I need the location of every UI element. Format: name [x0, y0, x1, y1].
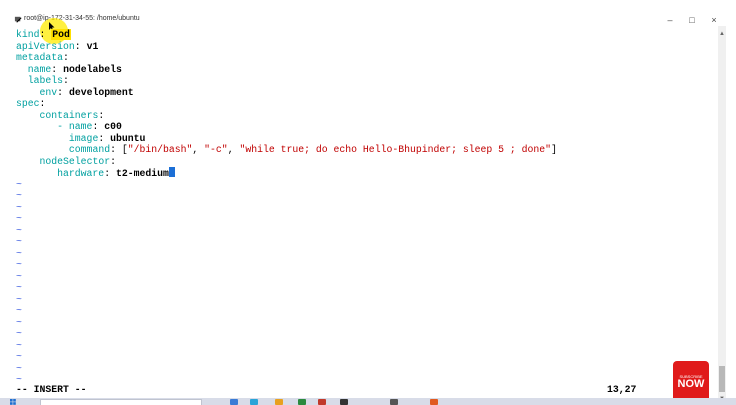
empty-line-tilde: ~ — [16, 362, 22, 374]
windows-start-icon[interactable] — [10, 399, 16, 405]
yaml-line: command: ["/bin/bash", "-c", "while true… — [68, 144, 557, 155]
minimize-button[interactable]: – — [663, 14, 677, 26]
empty-line-tilde: ~ — [16, 224, 22, 236]
vim-mode-indicator: -- INSERT -- — [16, 384, 87, 395]
empty-line-tilde: ~ — [16, 282, 22, 293]
empty-line-tilde: ~ — [16, 270, 22, 282]
taskbar-app-icon[interactable] — [230, 399, 238, 405]
yaml-line: containers: — [39, 109, 105, 121]
empty-line-tilde: ~ — [16, 259, 22, 270]
taskbar-app-icon[interactable] — [430, 399, 438, 405]
empty-line-tilde: ~ — [16, 316, 22, 328]
scroll-up-arrow-icon[interactable]: ▲ — [718, 30, 726, 38]
title-bar: root@ip-172-31-34-55: /home/ubuntu – □ × — [0, 0, 736, 26]
yaml-line: nodeSelector: — [39, 155, 116, 167]
taskbar-app-icon[interactable] — [250, 399, 258, 405]
empty-line-tilde: ~ — [16, 236, 22, 247]
yaml-line: env: development — [39, 86, 134, 98]
yaml-line: spec: — [16, 98, 46, 109]
yaml-line: image: ubuntu — [68, 132, 146, 144]
selected-text: Pod — [51, 29, 71, 40]
windows-taskbar — [0, 398, 736, 405]
scrollbar-thumb[interactable] — [719, 366, 725, 392]
yaml-line: kind: Pod — [16, 29, 71, 40]
taskbar-app-icon[interactable] — [275, 399, 283, 405]
taskbar-app-icon[interactable] — [298, 399, 306, 405]
empty-line-tilde: ~ — [16, 190, 22, 201]
taskbar-app-icon[interactable] — [318, 399, 326, 405]
cursor-position: 13,27 — [607, 384, 637, 395]
putty-app-icon — [14, 16, 22, 23]
yaml-line: apiVersion: v1 — [16, 40, 99, 52]
vertical-scrollbar[interactable] — [718, 26, 726, 405]
empty-line-tilde: ~ — [16, 213, 22, 224]
empty-line-tilde: ~ — [16, 201, 22, 213]
empty-line-tilde: ~ — [16, 247, 22, 259]
empty-line-tilde: ~ — [16, 328, 22, 339]
taskbar-app-icon[interactable] — [340, 399, 348, 405]
close-button[interactable]: × — [707, 14, 721, 26]
yaml-line: labels: — [27, 75, 69, 86]
yaml-line: hardware: t2-medium — [16, 167, 716, 179]
empty-lines: ~ ~ ~ ~ ~ ~ ~ ~ ~ ~ ~ ~ ~ ~ ~ ~ ~ ~ — [16, 179, 716, 386]
taskbar-app-icon[interactable] — [390, 399, 398, 405]
yaml-line: metadata: — [16, 52, 69, 63]
vim-editor-buffer[interactable]: kind: Pod apiVersion: v1 metadata: name:… — [16, 29, 716, 389]
subscribe-overlay: SUBSCRIBE NOW — [673, 361, 709, 401]
empty-line-tilde: ~ — [16, 351, 22, 362]
taskbar-search-box[interactable] — [40, 399, 202, 405]
empty-line-tilde: ~ — [16, 293, 22, 305]
window-title: root@ip-172-31-34-55: /home/ubuntu — [24, 15, 140, 22]
text-caret — [168, 167, 175, 177]
empty-line-tilde: ~ — [16, 339, 22, 351]
empty-line-tilde: ~ — [16, 178, 22, 190]
empty-line-tilde: ~ — [16, 305, 22, 316]
maximize-button[interactable]: □ — [685, 14, 699, 26]
yaml-line: name: nodelabels — [27, 63, 122, 75]
yaml-line: - name: c00 — [16, 121, 122, 132]
